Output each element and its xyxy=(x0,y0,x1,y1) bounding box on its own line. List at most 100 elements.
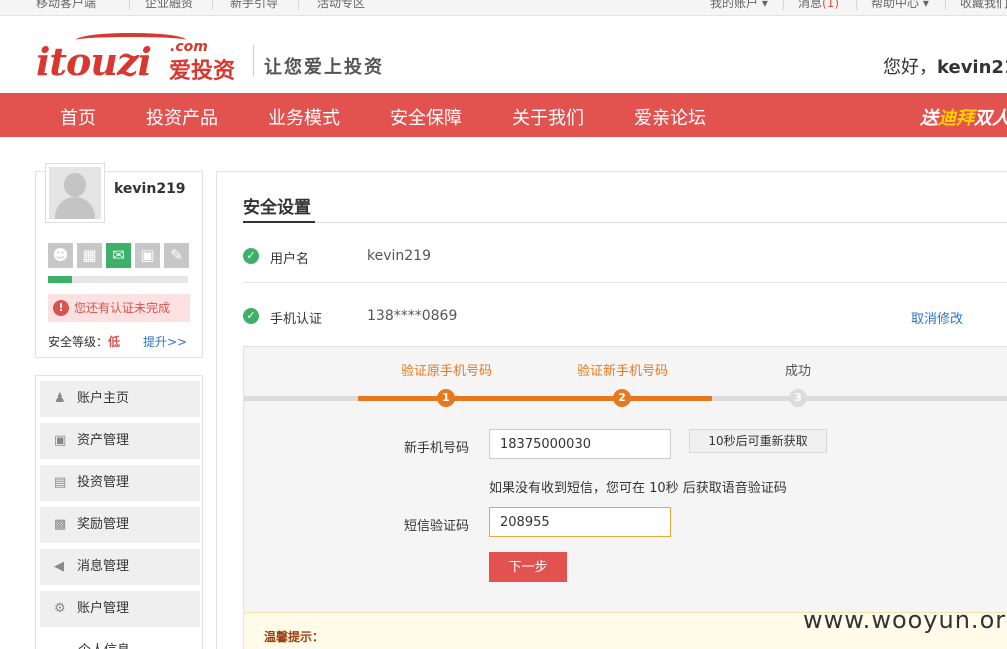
voice-code-hint: 如果没有收到短信，您可在 10秒 后获取语音验证码 xyxy=(489,481,787,496)
divider xyxy=(243,282,1007,283)
change-phone-panel: 验证原手机号码 验证新手机号码 成功 1 2 3 新手机号码 10秒后可重新获取… xyxy=(243,346,1007,616)
auth-warning-text: 您还有认证未完成 xyxy=(74,301,171,315)
sidebar-item-label: 奖励管理 xyxy=(77,517,130,532)
sms-code-label: 短信验证码 xyxy=(403,519,469,534)
security-level: 安全等级：低 xyxy=(48,333,120,350)
avatar-placeholder xyxy=(49,167,101,219)
speaker-icon: ◀ xyxy=(54,559,64,574)
watermark: www.wooyun.org xyxy=(803,606,1007,634)
sidebar-item-label: 账户主页 xyxy=(77,391,130,406)
site-logo[interactable]: itouzi .com 爱投资 xyxy=(36,33,246,84)
step-2-label: 验证新手机号码 xyxy=(577,364,669,379)
promo-suffix: 双人 xyxy=(974,108,1007,129)
divider xyxy=(945,0,946,10)
sidebar-item-account-settings[interactable]: ⚙ 账户管理 xyxy=(40,591,200,627)
step-track-done xyxy=(358,396,712,401)
step-1-dot: 1 xyxy=(437,389,455,407)
check-icon: ✓ xyxy=(243,308,259,324)
step-2-dot: 2 xyxy=(613,389,631,407)
sidebar-item-label: 资产管理 xyxy=(77,433,130,448)
mail-icon[interactable]: ✉ xyxy=(106,243,131,268)
lock-icon[interactable]: ▣ xyxy=(135,243,160,268)
security-level-label: 安全等级： xyxy=(48,335,109,349)
avatar-head-shape xyxy=(64,173,86,197)
enterprise-finance-link[interactable]: 企业融资 xyxy=(145,0,193,11)
help-center-menu[interactable]: 帮助中心 ▾ xyxy=(871,0,929,11)
phone-label: 手机认证 xyxy=(270,312,323,327)
favorite-link[interactable]: 收藏我们 xyxy=(960,0,1007,11)
divider xyxy=(783,0,784,10)
page-title: 安全设置 xyxy=(243,198,311,218)
warning-icon: ! xyxy=(53,300,69,316)
user-icon: ♟ xyxy=(54,391,66,406)
nav-forum[interactable]: 爱亲论坛 xyxy=(634,104,706,130)
main-nav: 首页 投资产品 业务模式 安全保障 关于我们 爱亲论坛 送迪拜双人 xyxy=(0,93,1007,137)
cancel-edit-link[interactable]: 取消修改 xyxy=(911,308,963,327)
phone-value: 138****0869 xyxy=(367,308,458,324)
slogan: 让您爱上投资 xyxy=(264,57,384,78)
logo-wordmark: itouzi xyxy=(36,39,152,84)
sidebar-subitem-personal-info[interactable]: 个人信息 xyxy=(78,639,130,649)
save-icon: ▤ xyxy=(54,475,67,490)
divider xyxy=(243,222,1007,223)
messages-link[interactable]: 消息(1) xyxy=(798,0,839,11)
step-track-remaining xyxy=(712,396,1007,401)
sidebar-item-rewards[interactable]: ▩ 奖励管理 xyxy=(40,507,200,543)
security-progress-bar xyxy=(48,276,188,283)
upgrade-security-link[interactable]: 提升>> xyxy=(143,333,187,350)
divider xyxy=(212,0,213,10)
edit-icon[interactable]: ✎ xyxy=(164,243,189,268)
username-value: kevin219 xyxy=(367,248,431,264)
avatar[interactable] xyxy=(45,163,105,223)
divider xyxy=(298,0,299,10)
greeting: 您好，kevin219 xyxy=(883,53,1007,79)
site-header: itouzi .com 爱投资 让您爱上投资 您好，kevin219 xyxy=(0,17,1007,93)
step-track-pre xyxy=(244,396,358,401)
username-label: 用户名 xyxy=(270,252,310,267)
divider xyxy=(129,0,130,10)
gear-icon: ⚙ xyxy=(54,601,66,616)
mobile-client-link[interactable]: 移动客户端 xyxy=(36,0,96,11)
nav-security[interactable]: 安全保障 xyxy=(390,104,462,130)
nav-about[interactable]: 关于我们 xyxy=(512,104,584,130)
profile-card: kevin219 ☻ ▦ ✉ ▣ ✎ ! 您还有认证未完成 安全等级：低 提升>… xyxy=(35,163,203,358)
nav-promo-banner[interactable]: 送迪拜双人 xyxy=(920,104,1007,130)
tips-title: 温馨提示： xyxy=(264,630,325,644)
sidebar-item-account-home[interactable]: ♟ 账户主页 xyxy=(40,381,200,417)
account-sidebar-menu: ♟ 账户主页 ▣ 资产管理 ▤ 投资管理 ▩ 奖励管理 ◀ 消息管理 ⚙ 账户管理 个人信息 xyxy=(35,375,203,649)
sidebar-item-messages[interactable]: ◀ 消息管理 xyxy=(40,549,200,585)
sidebar-item-label: 投资管理 xyxy=(77,475,130,490)
nav-products[interactable]: 投资产品 xyxy=(146,104,218,130)
gift-icon: ▩ xyxy=(54,517,67,532)
message-count-badge: (1) xyxy=(822,0,840,10)
check-icon: ✓ xyxy=(243,248,259,264)
my-account-menu[interactable]: 我的账户 ▾ xyxy=(710,0,768,11)
calculator-icon[interactable]: ▦ xyxy=(77,243,102,268)
next-step-button[interactable]: 下一步 xyxy=(489,552,567,582)
newbie-guide-link[interactable]: 新手引导 xyxy=(230,0,278,11)
divider xyxy=(253,45,254,77)
sidebar-item-investments[interactable]: ▤ 投资管理 xyxy=(40,465,200,501)
messages-label: 消息 xyxy=(798,0,823,10)
nav-home[interactable]: 首页 xyxy=(60,104,96,130)
step-3-label: 成功 xyxy=(785,364,812,379)
security-level-value: 低 xyxy=(108,335,121,349)
promo-highlight: 迪拜 xyxy=(938,108,974,129)
sms-code-input[interactable] xyxy=(489,507,671,537)
greeting-prefix: 您好， xyxy=(883,57,937,78)
step-3-dot: 3 xyxy=(789,389,807,407)
promo-prefix: 送 xyxy=(920,108,938,129)
logo-chinese: 爱投资 xyxy=(169,59,236,84)
title-underline xyxy=(243,221,315,223)
step-1-label: 验证原手机号码 xyxy=(401,364,493,379)
sidebar-item-assets[interactable]: ▣ 资产管理 xyxy=(40,423,200,459)
nav-business-model[interactable]: 业务模式 xyxy=(268,104,340,130)
divider xyxy=(856,0,857,10)
resend-code-button[interactable]: 10秒后可重新获取 xyxy=(689,429,827,453)
greeting-username[interactable]: kevin219 xyxy=(937,57,1007,78)
id-card-icon[interactable]: ☻ xyxy=(48,243,73,268)
auth-warning[interactable]: ! 您还有认证未完成 xyxy=(48,294,190,322)
activity-zone-link[interactable]: 活动专区 xyxy=(317,0,365,11)
new-phone-input[interactable] xyxy=(489,429,671,459)
profile-username: kevin219 xyxy=(114,181,186,197)
